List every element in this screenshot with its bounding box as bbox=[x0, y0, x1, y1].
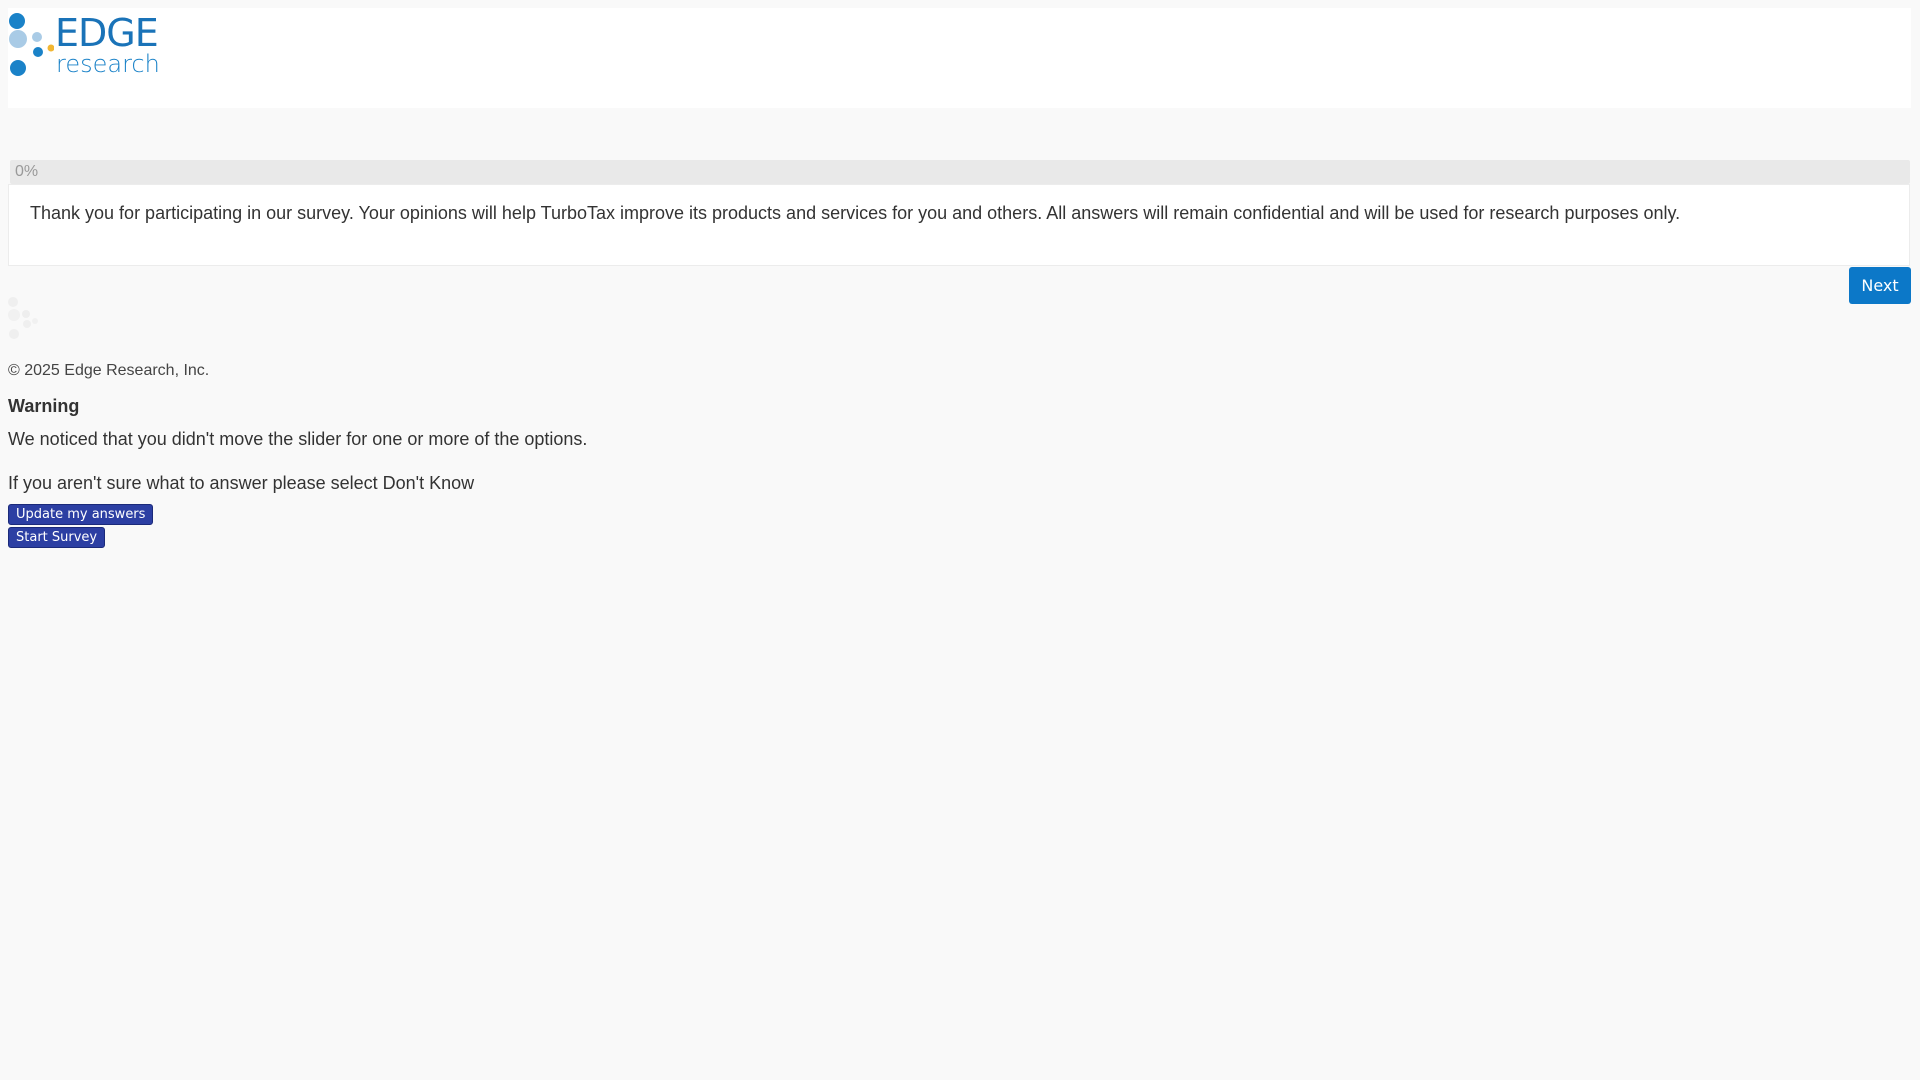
page-header: EDGE research bbox=[8, 8, 1911, 108]
logo-text-edge: EDGE bbox=[55, 11, 159, 55]
edge-research-logo: EDGE research bbox=[8, 10, 168, 78]
faint-logo-dots-icon bbox=[6, 296, 46, 340]
question-container: Thank you for participating in our surve… bbox=[8, 184, 1910, 266]
warning-hint: If you aren't sure what to answer please… bbox=[8, 473, 475, 493]
start-survey-button[interactable]: Start Survey bbox=[8, 527, 106, 548]
warning-title: Warning bbox=[8, 396, 80, 416]
update-answers-button[interactable]: Update my answers bbox=[8, 504, 154, 525]
logo-dots-icon bbox=[9, 13, 55, 76]
copyright-text: © 2025 Edge Research, Inc. bbox=[8, 362, 210, 379]
warning-message: We noticed that you didn't move the slid… bbox=[8, 429, 588, 449]
logo-text-research: research bbox=[56, 50, 160, 78]
progress-bar: 0% bbox=[10, 160, 1910, 184]
next-button[interactable]: Next bbox=[1849, 267, 1911, 304]
progress-label: 0% bbox=[15, 163, 39, 180]
intro-text: Thank you for participating in our surve… bbox=[30, 203, 1681, 223]
